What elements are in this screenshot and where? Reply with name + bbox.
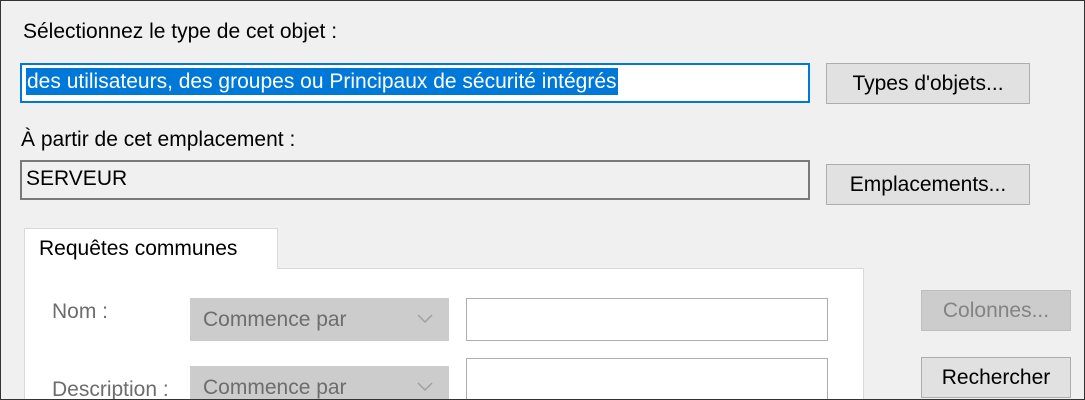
name-operator-value: Commence par [203,308,347,331]
description-query-label: Description : [52,378,169,400]
name-operator-combo[interactable]: Commence par [190,298,449,341]
tab-common-queries[interactable]: Requêtes communes [24,228,278,269]
object-type-field[interactable]: des utilisateurs, des groupes ou Princip… [20,63,810,103]
description-operator-combo[interactable]: Commence par [190,366,449,399]
location-field[interactable]: SERVEUR [20,160,810,200]
location-label: À partir de cet emplacement : [21,128,296,151]
name-query-label: Nom : [52,300,109,323]
common-queries-panel: Nom : Commence par Description : Commenc… [24,268,864,400]
search-button[interactable]: Rechercher [921,357,1071,398]
name-query-input[interactable] [466,298,828,341]
description-operator-value: Commence par [203,376,347,399]
columns-button[interactable]: Colonnes... [921,290,1071,331]
description-query-input[interactable] [466,358,828,399]
select-users-dialog: Sélectionnez le type de cet objet : des … [0,0,1085,400]
location-value: SERVEUR [26,167,128,190]
object-types-button[interactable]: Types d'objets... [826,63,1030,104]
object-type-value: des utilisateurs, des groupes ou Princip… [26,68,618,95]
chevron-down-icon [417,382,433,392]
chevron-down-icon [417,314,433,324]
object-type-label: Sélectionnez le type de cet objet : [23,20,338,43]
locations-button[interactable]: Emplacements... [826,164,1030,205]
